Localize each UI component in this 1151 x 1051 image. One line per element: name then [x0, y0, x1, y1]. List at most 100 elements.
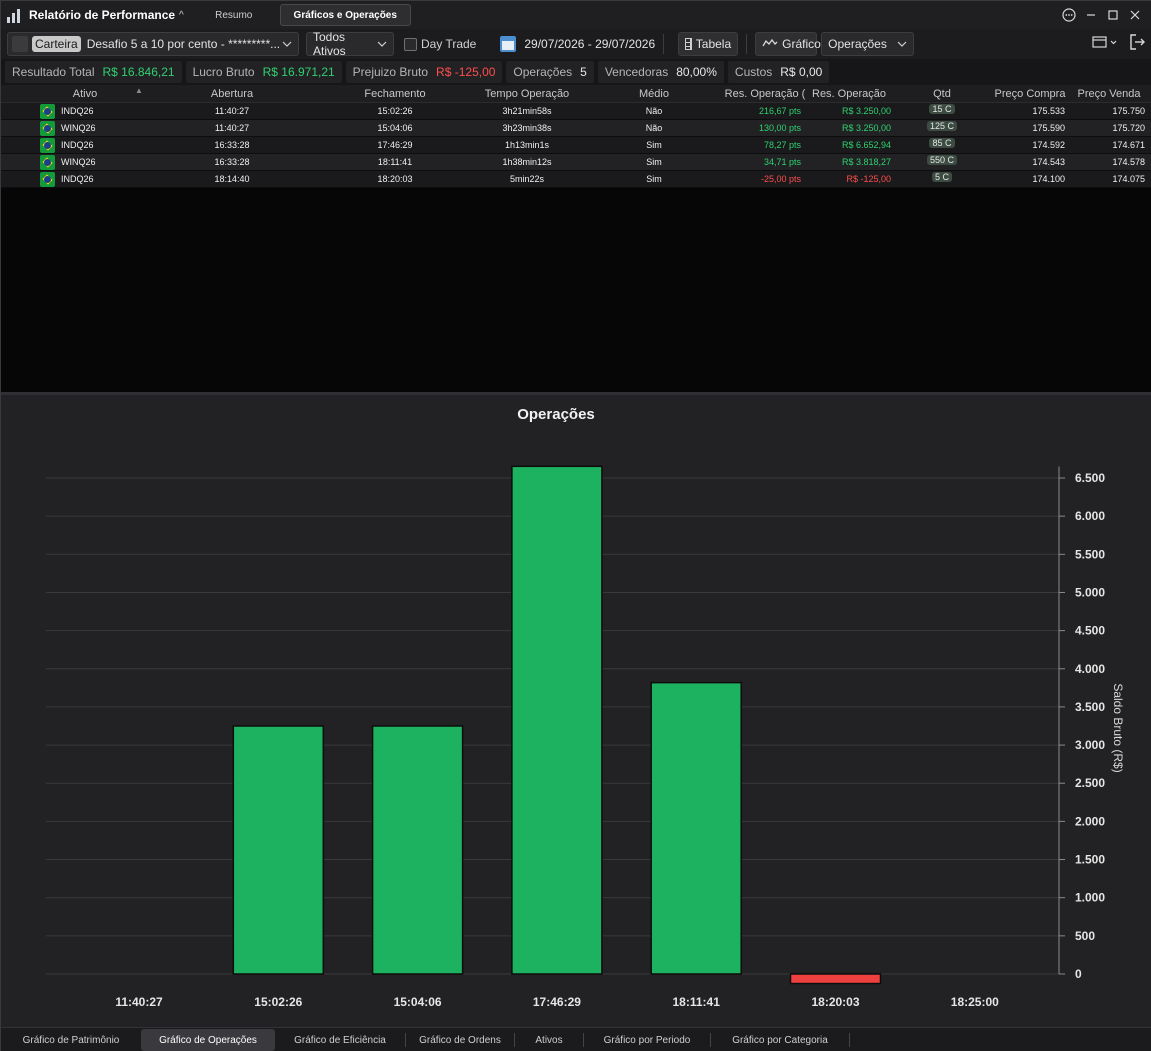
- col-header-preco-venda[interactable]: Preço Venda: [1071, 88, 1147, 100]
- cell-res-brl: R$ 3.250,00: [841, 123, 891, 133]
- maximize-icon[interactable]: [1102, 5, 1124, 25]
- table-row[interactable]: WINQ26 11:40:27 15:04:06 3h23min38s Não 130,0…: [1, 120, 1151, 137]
- cell-abertura: 11:40:27: [214, 106, 250, 116]
- btab-categoria[interactable]: Gráfico por Categoria: [711, 1029, 849, 1051]
- stat-custos: Custos R$ 0,00: [727, 61, 830, 83]
- cell-fechamento: 18:11:41: [377, 157, 413, 167]
- x-tick-label: 18:25:00: [951, 995, 999, 1009]
- cell-preco-compra: 174.592: [1032, 140, 1065, 150]
- cell-tempo: 1h13min1s: [504, 140, 550, 150]
- table-row[interactable]: INDQ26 11:40:27 15:02:26 3h21min58s Não 216,6…: [1, 103, 1151, 120]
- col-header-qtd[interactable]: Qtd: [919, 88, 965, 100]
- cell-preco-venda: 175.720: [1112, 123, 1145, 133]
- btab-ordens[interactable]: Gráfico de Ordens: [406, 1029, 514, 1051]
- cell-res-pts: 78,27 pts: [763, 140, 801, 150]
- qtd-badge: 550 C: [926, 155, 958, 165]
- cell-tempo: 3h23min38s: [502, 123, 552, 133]
- table-icon: [685, 38, 692, 50]
- y-axis-label: Saldo Bruto (R$): [1111, 683, 1125, 772]
- btab-operacoes[interactable]: Gráfico de Operações: [141, 1029, 275, 1051]
- col-header-abertura[interactable]: Abertura: [191, 88, 273, 100]
- carteira-select[interactable]: Carteira Desafio 5 a 10 por cento - ****…: [7, 32, 299, 56]
- cell-ativo: INDQ26: [61, 106, 94, 116]
- chevron-down-icon: [897, 39, 907, 50]
- col-header-fechamento[interactable]: Fechamento: [351, 88, 439, 100]
- chevron-down-icon: [282, 39, 292, 50]
- tabela-button[interactable]: Tabela: [678, 32, 739, 56]
- carteira-tag: Carteira: [32, 36, 81, 52]
- table-body: INDQ26 11:40:27 15:02:26 3h21min58s Não 216,6…: [1, 103, 1151, 188]
- table-row[interactable]: INDQ26 18:14:40 18:20:03 5min22s Sim -25,00 p…: [1, 171, 1151, 188]
- table-row[interactable]: WINQ26 16:33:28 18:11:41 1h38min12s Sim 34,71…: [1, 154, 1151, 171]
- y-tick-label: 0: [1075, 967, 1082, 981]
- btab-ativos[interactable]: Ativos: [515, 1029, 583, 1051]
- cell-preco-compra: 174.100: [1032, 174, 1065, 184]
- cell-preco-compra: 174.543: [1032, 157, 1065, 167]
- stat-label: Vencedoras: [604, 65, 669, 79]
- cell-medio: Não: [645, 123, 663, 133]
- stat-value: 80,00%: [676, 65, 717, 79]
- x-tick-label: 15:02:26: [254, 995, 302, 1009]
- tab-graficos-e-operacoes[interactable]: Gráficos e Operações: [279, 4, 411, 26]
- col-header-ativo[interactable]: Ativo: [61, 88, 109, 100]
- qtd-badge: 15 C: [929, 104, 955, 114]
- cell-preco-compra: 175.533: [1032, 106, 1065, 116]
- stat-value: R$ -125,00: [436, 65, 496, 79]
- cell-fechamento: 15:04:06: [377, 123, 413, 133]
- stat-value: 5: [580, 65, 587, 79]
- daytrade-checkbox[interactable]: [404, 37, 417, 51]
- date-range-value: 29/07/2026 - 29/07/2026: [524, 37, 656, 51]
- col-header-medio[interactable]: Médio: [621, 88, 687, 100]
- brazil-flag-icon: [40, 104, 55, 119]
- stat-vencedoras: Vencedoras 80,00%: [597, 61, 724, 83]
- minimize-icon[interactable]: [1080, 5, 1102, 25]
- sort-asc-icon[interactable]: ▲: [135, 86, 143, 95]
- cell-ativo: INDQ26: [61, 174, 94, 184]
- cell-abertura: 18:14:40: [214, 174, 250, 184]
- cell-qtd: 125 C: [919, 121, 965, 131]
- stat-resultado-total: Resultado Total R$ 16.846,21: [5, 61, 182, 83]
- y-tick-label: 6.000: [1075, 509, 1105, 523]
- chart-type-select[interactable]: Operações: [821, 32, 915, 56]
- chevron-up-icon[interactable]: ^: [179, 10, 184, 21]
- assets-select[interactable]: Todos Ativos: [306, 30, 394, 58]
- btab-eficiencia[interactable]: Gráfico de Eficiência: [275, 1029, 405, 1051]
- export-icon[interactable]: [1128, 33, 1146, 54]
- cell-ativo: WINQ26: [61, 157, 96, 167]
- assets-value: Todos Ativos: [313, 30, 346, 58]
- cell-preco-compra: 175.590: [1032, 123, 1065, 133]
- stat-label: Operações: [513, 65, 573, 79]
- grafico-label: Gráfico: [782, 37, 821, 51]
- brazil-flag-icon: [40, 138, 55, 153]
- bar: [371, 725, 464, 975]
- y-tick-label: 4.500: [1075, 624, 1105, 638]
- display-options-icon[interactable]: [1092, 35, 1118, 52]
- grafico-button[interactable]: Gráfico: [755, 32, 821, 56]
- stat-prejuizo-bruto: Prejuizo Bruto R$ -125,00: [345, 61, 503, 83]
- tab-resumo[interactable]: Resumo: [198, 4, 270, 26]
- cell-res-brl: R$ 3.250,00: [841, 106, 891, 116]
- cell-res-pts: 130,00 pts: [758, 123, 801, 133]
- cell-tempo: 3h21min58s: [502, 106, 552, 116]
- btab-periodo[interactable]: Gráfico por Periodo: [584, 1029, 710, 1051]
- daytrade-toggle[interactable]: Day Trade: [404, 37, 476, 51]
- table-row[interactable]: INDQ26 16:33:28 17:46:29 1h13min1s Sim 78,27 …: [1, 137, 1151, 154]
- tab-separator: [849, 1033, 850, 1047]
- bar: [232, 725, 325, 975]
- more-options-icon[interactable]: [1058, 5, 1080, 25]
- toolbar: Carteira Desafio 5 a 10 por cento - ****…: [1, 29, 1151, 59]
- col-header-res-brl[interactable]: Res. Operação: [807, 88, 891, 100]
- calendar-icon: [500, 36, 517, 52]
- bar: [789, 973, 882, 985]
- btab-patrimonio[interactable]: Gráfico de Patrimônio: [1, 1029, 141, 1051]
- cell-abertura: 16:33:28: [214, 157, 250, 167]
- y-tick-label: 3.000: [1075, 738, 1105, 752]
- col-header-tempo[interactable]: Tempo Operação: [471, 88, 583, 100]
- date-range-picker[interactable]: 29/07/2026 - 29/07/2026: [500, 36, 655, 52]
- close-icon[interactable]: [1124, 5, 1146, 25]
- col-header-preco-compra[interactable]: Preço Compra: [989, 88, 1071, 100]
- carteira-value: Desafio 5 a 10 por cento - *********...: [86, 37, 281, 51]
- line-chart-icon: [762, 37, 778, 51]
- stat-label: Prejuizo Bruto: [352, 65, 429, 79]
- col-header-res-pts[interactable]: Res. Operação (: [719, 88, 811, 100]
